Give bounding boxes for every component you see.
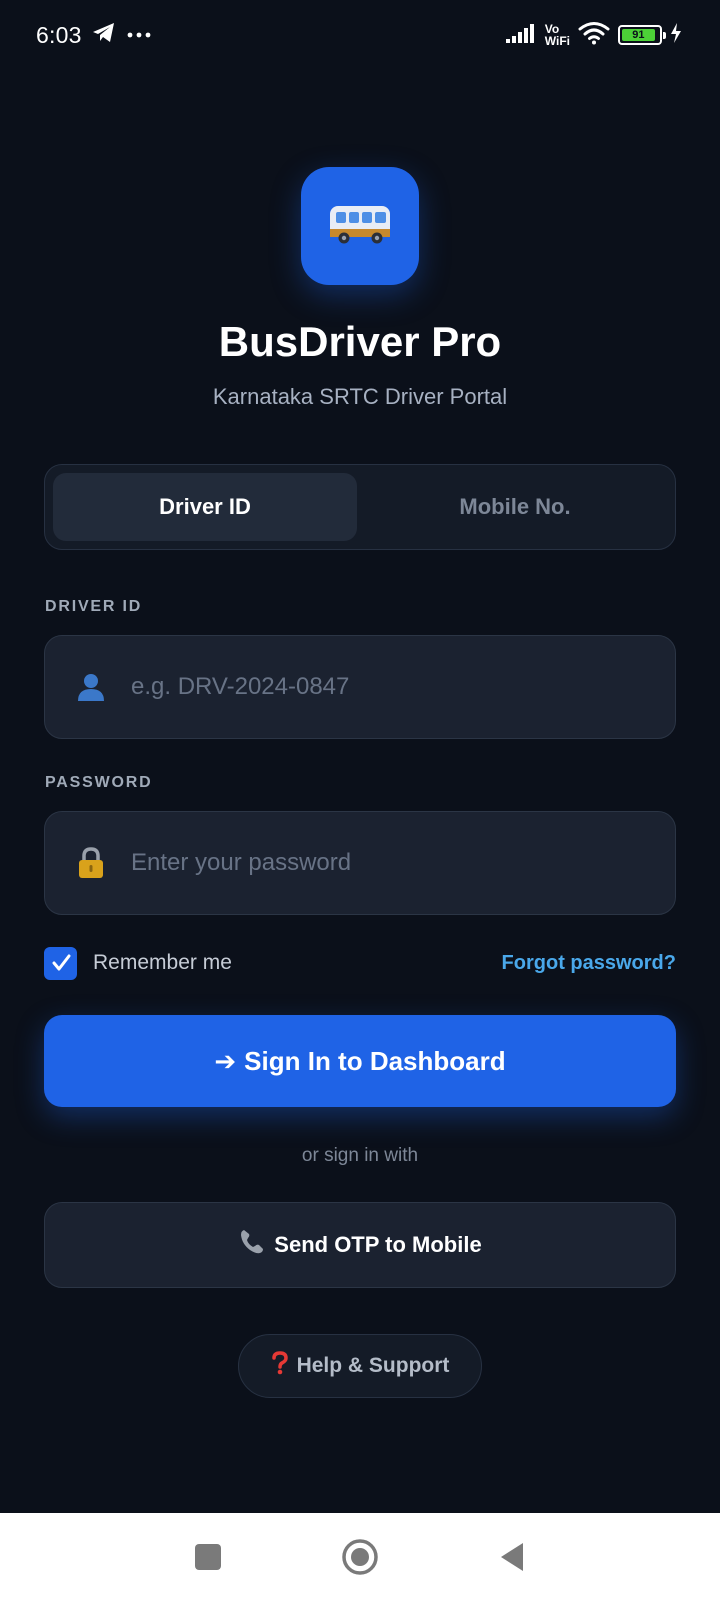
tab-mobile-no[interactable]: Mobile No. <box>363 473 667 541</box>
vowifi-indicator: Vo WiFi <box>545 23 570 47</box>
app-logo <box>301 167 419 285</box>
send-otp-button[interactable]: Send OTP to Mobile <box>44 1202 676 1288</box>
vowifi-bottom: WiFi <box>544 34 570 48</box>
tab-driver-id[interactable]: Driver ID <box>53 473 357 541</box>
remember-label: Remember me <box>93 951 232 974</box>
wifi-icon <box>578 21 610 50</box>
recents-icon[interactable] <box>188 1537 228 1577</box>
status-right: Vo WiFi 91 <box>505 21 682 50</box>
more-dots-icon <box>126 26 152 44</box>
user-icon <box>75 671 107 703</box>
app-title: BusDriver Pro <box>218 318 502 365</box>
remember-me[interactable]: Remember me <box>44 946 232 980</box>
battery-icon: 91 <box>618 25 666 45</box>
lock-icon <box>75 847 107 879</box>
telegram-icon <box>92 22 116 49</box>
help-support-button[interactable]: Help & Support <box>238 1334 482 1398</box>
sign-in-button[interactable]: ➔ Sign In to Dashboard <box>44 1015 676 1107</box>
remember-checkbox[interactable] <box>44 946 77 980</box>
bus-icon <box>327 202 393 251</box>
driver-id-input[interactable] <box>131 636 675 738</box>
help-support-label: Help & Support <box>296 1354 450 1377</box>
status-left: 6:03 <box>36 22 152 49</box>
password-label: PASSWORD <box>45 774 153 791</box>
password-field[interactable] <box>44 811 676 915</box>
status-bar: 6:03 Vo WiFi 91 <box>0 0 720 70</box>
sign-in-divider: or sign in with <box>301 1145 419 1166</box>
question-icon <box>271 1351 289 1381</box>
login-method-tabs: Driver ID Mobile No. <box>44 464 676 550</box>
charging-icon <box>670 22 682 48</box>
battery-level: 91 <box>622 29 655 41</box>
forgot-password-link[interactable]: Forgot password? <box>502 952 676 975</box>
phone-icon <box>238 1228 266 1262</box>
home-icon[interactable] <box>340 1537 380 1577</box>
navigation-bar <box>0 1513 720 1600</box>
back-icon[interactable] <box>492 1537 532 1577</box>
driver-id-label: DRIVER ID <box>45 598 143 615</box>
driver-id-field[interactable] <box>44 635 676 739</box>
signal-icon <box>505 22 537 49</box>
status-time: 6:03 <box>36 21 82 48</box>
app-subtitle: Karnataka SRTC Driver Portal <box>212 384 508 409</box>
checkmark-icon <box>52 954 70 971</box>
battery-tip <box>663 32 666 39</box>
sign-in-label: Sign In to Dashboard <box>244 1045 506 1076</box>
send-otp-label: Send OTP to Mobile <box>274 1232 482 1257</box>
arrow-right-icon: ➔ <box>214 1045 237 1076</box>
remember-row: Remember me Forgot password? <box>44 946 676 980</box>
password-input[interactable] <box>131 812 675 914</box>
